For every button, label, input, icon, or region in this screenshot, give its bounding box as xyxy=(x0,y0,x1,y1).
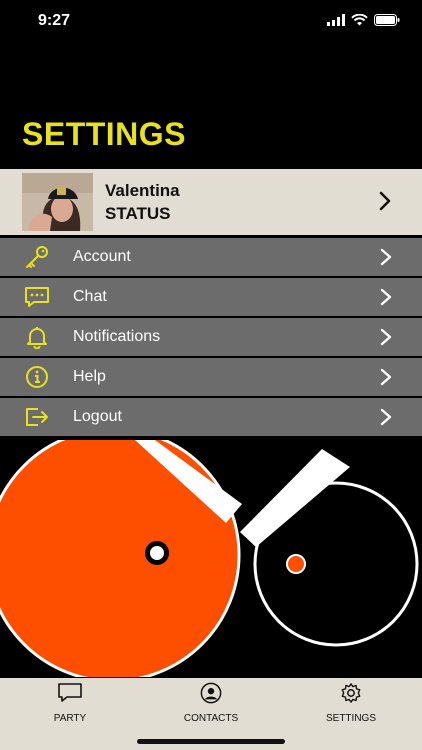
tab-label: CONTACTS xyxy=(183,713,239,724)
menu-label: Notifications xyxy=(73,328,161,345)
tab-contacts[interactable]: CONTACTS xyxy=(161,682,261,726)
menu-item-help[interactable]: Help xyxy=(0,358,422,396)
page-title: SETTINGS xyxy=(22,116,187,152)
tab-label: SETTINGS xyxy=(325,713,376,724)
chat-bubble-icon xyxy=(58,683,82,702)
gear-icon xyxy=(341,683,361,703)
status-time: 9:27 xyxy=(38,12,71,29)
bell-icon xyxy=(27,327,47,349)
tab-settings[interactable]: SETTINGS xyxy=(301,682,401,726)
menu-item-notifications[interactable]: Notifications xyxy=(0,318,422,356)
tab-label: PARTY xyxy=(53,713,87,724)
chevron-right-icon xyxy=(380,368,392,386)
key-icon xyxy=(26,246,48,268)
menu-label: Logout xyxy=(73,408,122,425)
battery-icon xyxy=(374,14,400,26)
chat-bubble-icon xyxy=(25,287,49,307)
menu-label: Account xyxy=(73,248,131,265)
signal-icon xyxy=(327,14,345,26)
chevron-right-icon xyxy=(379,191,391,211)
wifi-icon xyxy=(351,14,368,26)
status-icons xyxy=(327,14,400,26)
profile-status: STATUS xyxy=(105,204,171,223)
menu-item-account[interactable]: Account xyxy=(0,238,422,276)
chevron-right-icon xyxy=(380,328,392,346)
profile-row[interactable]: Valentina STATUS xyxy=(0,169,422,235)
menu-item-logout[interactable]: Logout xyxy=(0,398,422,436)
logout-icon xyxy=(26,408,48,426)
status-bar: 9:27 xyxy=(0,0,422,44)
decorative-artwork xyxy=(0,440,422,677)
chevron-right-icon xyxy=(380,288,392,306)
chevron-right-icon xyxy=(380,248,392,266)
settings-menu: Account Chat Notifications Help Logout xyxy=(0,238,422,438)
home-indicator xyxy=(137,739,285,744)
menu-item-chat[interactable]: Chat xyxy=(0,278,422,316)
user-circle-icon xyxy=(200,682,222,704)
menu-label: Chat xyxy=(73,288,107,305)
chevron-right-icon xyxy=(380,408,392,426)
tab-party[interactable]: PARTY xyxy=(20,682,120,726)
profile-name: Valentina xyxy=(105,181,180,200)
menu-label: Help xyxy=(73,368,106,385)
avatar xyxy=(22,173,93,231)
info-icon xyxy=(26,366,48,388)
